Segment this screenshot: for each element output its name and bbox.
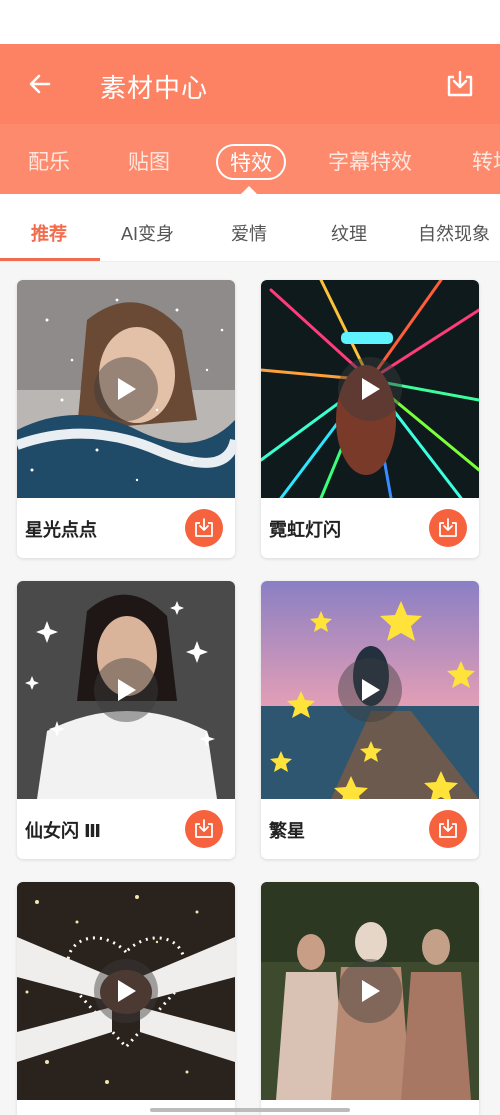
effect-title: 仙女闪 Ⅲ [25, 821, 102, 841]
play-icon [118, 980, 136, 1002]
effects-grid: 星光点点 霓虹灯闪 仙女闪 Ⅲ 繁星 [0, 262, 500, 1115]
play-icon [362, 679, 380, 701]
download-icon [439, 819, 457, 838]
download-icon [439, 518, 457, 537]
app-bar: 素材中心 [0, 44, 500, 124]
subcategory-tabs: 推荐 AI变身 爱情 纹理 自然现象 [0, 194, 500, 262]
play-button[interactable] [94, 959, 158, 1023]
status-bar [0, 0, 500, 44]
play-button[interactable] [338, 357, 402, 421]
download-icon [195, 819, 213, 838]
tab-category-stickers[interactable]: 贴图 [128, 146, 170, 176]
play-icon [118, 378, 136, 400]
effect-title: 霓虹灯闪 [269, 520, 341, 540]
tab-category-subtitle-effects[interactable]: 字幕特效 [328, 146, 412, 176]
download-icon [447, 70, 473, 97]
effect-card[interactable]: 星光点点 [17, 280, 235, 558]
play-icon [118, 679, 136, 701]
subtab-ai-transform[interactable]: AI变身 [121, 220, 174, 246]
effect-title: 繁星 [269, 821, 305, 841]
arrow-left-icon [29, 74, 51, 94]
back-button[interactable] [24, 66, 56, 102]
play-button[interactable] [338, 959, 402, 1023]
play-button[interactable] [338, 658, 402, 722]
effect-card[interactable] [17, 882, 235, 1115]
effect-card[interactable]: 霓虹灯闪 [261, 280, 479, 558]
page-title: 素材中心 [100, 73, 209, 103]
download-button[interactable] [185, 810, 223, 848]
download-button[interactable] [185, 509, 223, 547]
category-tabs: 配乐 贴图 特效 字幕特效 转场 [0, 124, 500, 194]
subtab-texture[interactable]: 纹理 [331, 220, 367, 246]
play-button[interactable] [94, 658, 158, 722]
effect-card[interactable]: 仙女闪 Ⅲ [17, 581, 235, 859]
download-icon [195, 518, 213, 537]
tab-category-effects[interactable]: 特效 [216, 144, 286, 180]
play-icon [362, 378, 380, 400]
subtab-recommended[interactable]: 推荐 [31, 220, 67, 246]
download-button[interactable] [429, 810, 467, 848]
home-indicator [150, 1108, 350, 1112]
effect-title: 星光点点 [25, 520, 97, 540]
effect-card[interactable]: 繁星 [261, 581, 479, 859]
tab-category-music[interactable]: 配乐 [28, 146, 70, 176]
download-manager-button[interactable] [442, 66, 478, 102]
subtab-indicator [0, 258, 100, 261]
tab-category-transitions[interactable]: 转场 [472, 146, 500, 176]
effect-card[interactable] [261, 882, 479, 1115]
play-icon [362, 980, 380, 1002]
download-button[interactable] [429, 509, 467, 547]
subtab-love[interactable]: 爱情 [231, 220, 267, 246]
subtab-nature[interactable]: 自然现象 [418, 220, 490, 246]
play-button[interactable] [94, 357, 158, 421]
